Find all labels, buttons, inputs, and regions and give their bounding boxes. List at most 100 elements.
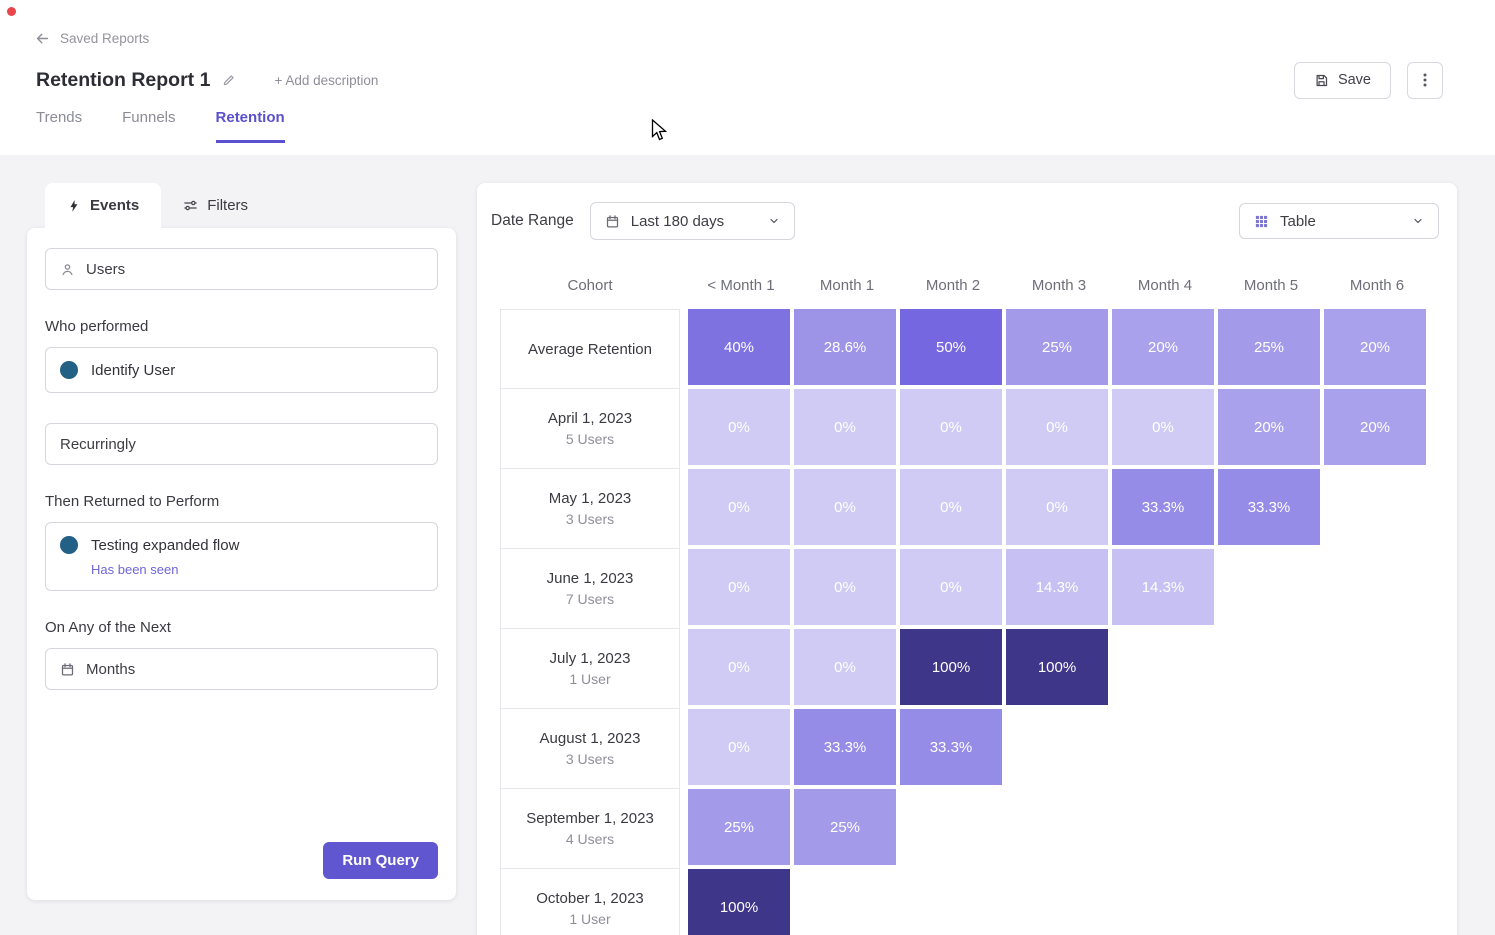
retention-cell[interactable]: 25% xyxy=(1218,309,1320,385)
column-header: Month 3 xyxy=(1006,277,1112,294)
date-range-dropdown[interactable]: Last 180 days xyxy=(590,202,795,240)
retention-cell[interactable]: 0% xyxy=(900,549,1002,625)
retention-cell[interactable]: 0% xyxy=(900,469,1002,545)
cohort-subtitle: 3 Users xyxy=(566,751,614,767)
table-row: August 1, 20233 Users0%33.3%33.3% xyxy=(500,709,1457,789)
retention-cell[interactable]: 20% xyxy=(1324,309,1426,385)
cohort-cell: October 1, 2023 1 User xyxy=(500,869,680,935)
retention-cell[interactable]: 20% xyxy=(1112,309,1214,385)
cohort-cell: Average Retention xyxy=(500,309,680,389)
frequency-label: Recurringly xyxy=(60,436,136,453)
retention-cell[interactable]: 0% xyxy=(900,389,1002,465)
cohort-cell: August 1, 20233 Users xyxy=(500,709,680,789)
tab-trends[interactable]: Trends xyxy=(36,109,82,143)
retention-cell[interactable]: 20% xyxy=(1324,389,1426,465)
retention-cell[interactable]: 100% xyxy=(900,629,1002,705)
retention-cell[interactable]: 0% xyxy=(794,549,896,625)
cohort-subtitle: 1 User xyxy=(569,671,610,687)
retention-cell[interactable]: 33.3% xyxy=(900,709,1002,785)
retention-cell[interactable]: 100% xyxy=(1006,629,1108,705)
retention-cell[interactable]: 0% xyxy=(794,469,896,545)
cohort-subtitle: 4 Users xyxy=(566,831,614,847)
recording-dot xyxy=(7,7,16,16)
date-range-value: Last 180 days xyxy=(631,213,757,230)
on-any-label: On Any of the Next xyxy=(45,619,438,636)
more-options-button[interactable] xyxy=(1407,62,1443,99)
view-selector-value: Table xyxy=(1280,213,1401,230)
query-builder-panel: Users Who performed Identify User Recurr… xyxy=(27,228,456,900)
retention-cell[interactable]: 0% xyxy=(1006,389,1108,465)
retention-cell[interactable]: 0% xyxy=(794,629,896,705)
tab-filters[interactable]: Filters xyxy=(161,183,270,228)
cohort-title: June 1, 2023 xyxy=(547,570,634,587)
report-type-tabs: Trends Funnels Retention xyxy=(36,109,285,143)
edit-title-icon[interactable] xyxy=(222,73,236,87)
retention-cell[interactable]: 0% xyxy=(688,469,790,545)
retention-cell[interactable]: 25% xyxy=(794,789,896,865)
tab-events[interactable]: Events xyxy=(45,183,161,228)
cohort-cell: July 1, 2023 1 User xyxy=(500,629,680,709)
cohort-title: September 1, 2023 xyxy=(526,810,654,827)
filters-icon xyxy=(183,198,198,213)
retention-cell[interactable]: 100% xyxy=(688,869,790,935)
view-selector-dropdown[interactable]: Table xyxy=(1239,203,1439,239)
cohort-subtitle: 7 Users xyxy=(566,591,614,607)
cohort-cell: April 1, 2023 5 Users xyxy=(500,389,680,469)
retention-cell[interactable]: 28.6% xyxy=(794,309,896,385)
cohort-title: October 1, 2023 xyxy=(536,890,644,907)
cohort-title: Average Retention xyxy=(528,341,652,358)
report-toolbar: Date Range Last 180 days Table xyxy=(491,202,1439,240)
retention-table-body: Average Retention40%28.6%50%25%20%25%20%… xyxy=(500,309,1457,935)
column-header: Month 2 xyxy=(900,277,1006,294)
back-to-saved-reports[interactable]: Saved Reports xyxy=(34,30,149,47)
tab-retention[interactable]: Retention xyxy=(216,109,285,143)
cohort-subtitle: 5 Users xyxy=(566,431,614,447)
chevron-down-icon xyxy=(1412,215,1424,227)
save-label: Save xyxy=(1338,72,1371,88)
user-icon xyxy=(60,262,75,277)
cohort-subtitle: 3 Users xyxy=(566,511,614,527)
unit-selector[interactable]: Months xyxy=(45,648,438,690)
save-button[interactable]: Save xyxy=(1294,62,1391,99)
run-query-button[interactable]: Run Query xyxy=(323,842,438,879)
cohort-subtitle: 1 User xyxy=(569,911,610,927)
unit-selector-label: Months xyxy=(86,661,135,678)
return-event-selector[interactable]: Testing expanded flow Has been seen xyxy=(45,522,438,591)
title-row: Retention Report 1 + Add description Sav… xyxy=(36,60,1443,100)
retention-cell[interactable]: 14.3% xyxy=(1006,549,1108,625)
add-description-button[interactable]: + Add description xyxy=(274,73,378,88)
retention-cell[interactable]: 33.3% xyxy=(1112,469,1214,545)
cohort-cell: June 1, 2023 7 Users xyxy=(500,549,680,629)
column-header: Month 1 xyxy=(794,277,900,294)
retention-cell[interactable]: 0% xyxy=(1112,389,1214,465)
top-bar: Saved Reports Retention Report 1 + Add d… xyxy=(0,0,1495,155)
users-selector[interactable]: Users xyxy=(45,248,438,290)
retention-cell[interactable]: 25% xyxy=(1006,309,1108,385)
back-label: Saved Reports xyxy=(60,31,149,46)
retention-cell[interactable]: 25% xyxy=(688,789,790,865)
save-icon xyxy=(1314,73,1329,88)
retention-cell[interactable]: 0% xyxy=(688,709,790,785)
retention-cell[interactable]: 50% xyxy=(900,309,1002,385)
retention-cell[interactable]: 0% xyxy=(794,389,896,465)
return-event-condition-link[interactable]: Has been seen xyxy=(91,562,423,577)
column-header: < Month 1 xyxy=(688,277,794,294)
table-row: Average Retention40%28.6%50%25%20%25%20% xyxy=(500,309,1457,389)
retention-cell[interactable]: 33.3% xyxy=(794,709,896,785)
retention-cell[interactable]: 0% xyxy=(688,629,790,705)
first-event-selector[interactable]: Identify User xyxy=(45,347,438,393)
cohort-title: July 1, 2023 xyxy=(550,650,631,667)
retention-cell[interactable]: 0% xyxy=(1006,469,1108,545)
retention-cell[interactable]: 20% xyxy=(1218,389,1320,465)
retention-cell[interactable]: 14.3% xyxy=(1112,549,1214,625)
retention-cell[interactable]: 0% xyxy=(688,549,790,625)
tab-funnels[interactable]: Funnels xyxy=(122,109,175,143)
frequency-selector[interactable]: Recurringly xyxy=(45,423,438,465)
retention-cell[interactable]: 33.3% xyxy=(1218,469,1320,545)
return-event-label: Testing expanded flow xyxy=(91,537,239,554)
retention-cell[interactable]: 0% xyxy=(688,389,790,465)
retention-cell[interactable]: 40% xyxy=(688,309,790,385)
chevron-down-icon xyxy=(768,215,780,227)
cohort-title: April 1, 2023 xyxy=(548,410,632,427)
column-header: Month 4 xyxy=(1112,277,1218,294)
